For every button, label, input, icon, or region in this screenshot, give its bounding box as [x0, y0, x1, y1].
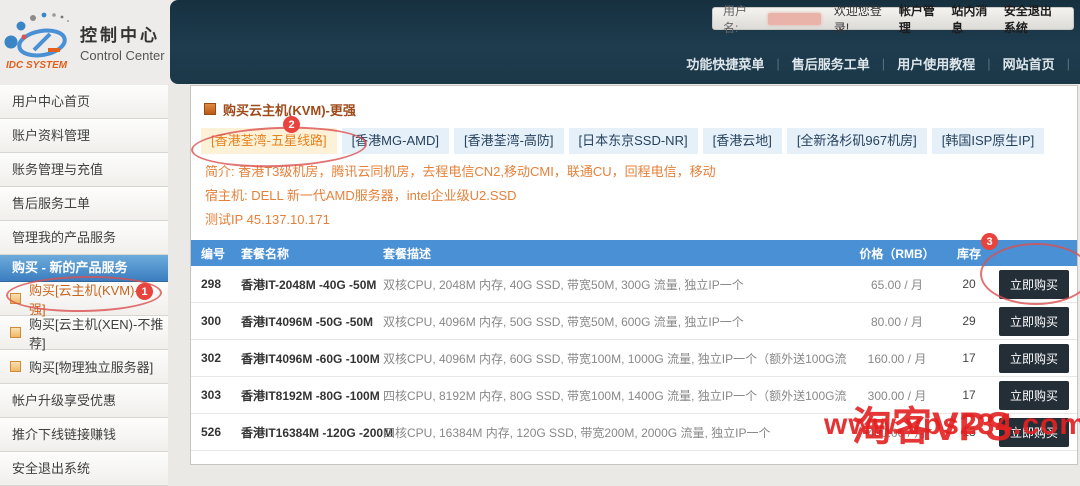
- page: IDC SYSTEM 控制中心 Control Center 用户名: 欢迎您登…: [0, 0, 1080, 452]
- username-label: 用户名:: [723, 2, 755, 36]
- plan-price: 450.00 / 月: [847, 424, 947, 441]
- col-header-desc: 套餐描述: [383, 245, 847, 262]
- main-panel: 购买云主机(KVM)-更强 [香港荃湾-五星线路] [香港MG-AMD] [香港…: [190, 85, 1078, 465]
- logout-link[interactable]: 安全退出系统: [1004, 2, 1063, 36]
- plan-desc: 双核CPU, 4096M 内存, 60G SSD, 带宽100M, 1000G …: [383, 350, 847, 367]
- menu-user-tutorials[interactable]: 用户使用教程: [897, 54, 975, 73]
- menu-separator: |: [1067, 56, 1070, 71]
- menu-separator: |: [882, 56, 885, 71]
- buy-now-button[interactable]: 立即购买: [999, 381, 1069, 410]
- plans-table: 编号 套餐名称 套餐描述 价格（RMB） 库存 298 香港IT-2048M -…: [191, 240, 1077, 451]
- col-header-price: 价格（RMB）: [847, 245, 947, 262]
- site-messages-link[interactable]: 站内消息: [951, 2, 990, 36]
- plan-intro: 简介: 香港T3级机房，腾讯云同机房，去程电信CN2,移动CMI，联通CU，回程…: [191, 154, 1077, 234]
- tab-kr-isp-ip[interactable]: [韩国ISP原生IP]: [932, 128, 1044, 154]
- sidebar-item-billing-recharge[interactable]: 账务管理与充值: [0, 153, 168, 187]
- username-redacted: [768, 13, 821, 25]
- plan-price: 80.00 / 月: [847, 313, 947, 330]
- menu-website-home[interactable]: 网站首页: [1003, 54, 1055, 73]
- bullet-icon: [10, 293, 21, 304]
- datacenter-tab-bar: [香港荃湾-五星线路] [香港MG-AMD] [香港荃湾-高防] [日本东京SS…: [201, 128, 1067, 154]
- table-header-row: 编号 套餐名称 套餐描述 价格（RMB） 库存: [191, 240, 1077, 266]
- sidebar-item-logout[interactable]: 安全退出系统: [0, 452, 168, 486]
- tab-la-967[interactable]: [全新洛杉矶967机房]: [787, 128, 927, 154]
- sidebar-item-user-home[interactable]: 用户中心首页: [0, 85, 168, 119]
- panel-title-icon: [204, 103, 216, 115]
- user-bar: 用户名: 欢迎您登录! 帐户管理 站内消息 安全退出系统: [712, 7, 1074, 30]
- annotation-badge-1: 1: [136, 283, 153, 300]
- buy-now-button[interactable]: 立即购买: [999, 270, 1069, 299]
- plan-stock: 20: [947, 277, 991, 291]
- plan-id: 526: [191, 425, 241, 439]
- col-header-id: 编号: [191, 245, 241, 262]
- table-row: 526 香港IT16384M -120G -200M 四核CPU, 16384M…: [191, 414, 1077, 451]
- annotation-badge-3: 3: [981, 233, 998, 250]
- logo-title: 控制中心 Control Center: [80, 21, 165, 63]
- plan-name: 香港IT4096M -60G -100M: [241, 350, 383, 367]
- plan-desc: 四核CPU, 16384M 内存, 120G SSD, 带宽200M, 2000…: [383, 424, 847, 441]
- tab-hk-tsuenwan-ddos[interactable]: [香港荃湾-高防]: [454, 128, 564, 154]
- intro-line-2: 宿主机: DELL 新一代AMD服务器，intel企业级U2.SSD: [205, 184, 1063, 208]
- welcome-text: 欢迎您登录!: [834, 2, 886, 36]
- plan-stock: 29: [947, 314, 991, 328]
- plan-stock: 13: [947, 425, 991, 439]
- tab-hk-mg-amd[interactable]: [香港MG-AMD]: [342, 128, 449, 154]
- sidebar-item-support-tickets[interactable]: 售后服务工单: [0, 187, 168, 221]
- sidebar-item-account-profile[interactable]: 账户资料管理: [0, 119, 168, 153]
- table-row: 300 香港IT4096M -50G -50M 双核CPU, 4096M 内存,…: [191, 303, 1077, 340]
- plan-id: 303: [191, 388, 241, 402]
- sidebar-item-referral-earn[interactable]: 推介下线链接赚钱: [0, 418, 168, 452]
- sidebar-item-account-upgrade[interactable]: 帐户升级享受优惠: [0, 384, 168, 418]
- col-header-name: 套餐名称: [241, 245, 383, 262]
- sidebar-item-buy-dedicated[interactable]: 购买[物理独立服务器]: [0, 350, 168, 384]
- bullet-icon: [10, 361, 21, 372]
- menu-separator: |: [776, 56, 779, 71]
- tab-hk-tsuenwan-fivestar[interactable]: [香港荃湾-五星线路]: [201, 128, 337, 154]
- intro-line-1: 简介: 香港T3级机房，腾讯云同机房，去程电信CN2,移动CMI，联通CU，回程…: [205, 160, 1063, 184]
- tab-jp-tokyo-ssd[interactable]: [日本东京SSD-NR]: [569, 128, 698, 154]
- logo-title-cn: 控制中心: [80, 21, 165, 46]
- plan-price: 160.00 / 月: [847, 350, 947, 367]
- table-row: 298 香港IT-2048M -40G -50M 双核CPU, 2048M 内存…: [191, 266, 1077, 303]
- plan-price: 65.00 / 月: [847, 276, 947, 293]
- logo-brand-text: IDC SYSTEM: [6, 60, 68, 71]
- plan-stock: 17: [947, 351, 991, 365]
- logo-title-en: Control Center: [80, 48, 165, 63]
- sidebar-item-manage-products[interactable]: 管理我的产品服务: [0, 221, 168, 255]
- intro-line-3: 测试IP 45.137.10.171: [205, 208, 1063, 232]
- table-row: 303 香港IT8192M -80G -100M 四核CPU, 8192M 内存…: [191, 377, 1077, 414]
- account-manage-link[interactable]: 帐户管理: [899, 2, 938, 36]
- plan-name: 香港IT8192M -80G -100M: [241, 387, 383, 404]
- buy-now-button[interactable]: 立即购买: [999, 344, 1069, 373]
- top-menu: 功能快捷菜单 | 售后服务工单 | 用户使用教程 | 网站首页 |: [400, 50, 1070, 76]
- idc-logo-icon: IDC SYSTEM: [4, 10, 76, 74]
- logo-area: IDC SYSTEM 控制中心 Control Center: [0, 0, 170, 84]
- bullet-icon: [10, 327, 21, 338]
- menu-separator: |: [987, 56, 990, 71]
- plan-price: 300.00 / 月: [847, 387, 947, 404]
- plan-desc: 双核CPU, 4096M 内存, 50G SSD, 带宽50M, 600G 流量…: [383, 313, 847, 330]
- plan-name: 香港IT16384M -120G -200M: [241, 424, 383, 441]
- plan-id: 300: [191, 314, 241, 328]
- sidebar: 用户中心首页 账户资料管理 账务管理与充值 售后服务工单 管理我的产品服务 购买…: [0, 85, 168, 452]
- plan-id: 302: [191, 351, 241, 365]
- plan-desc: 四核CPU, 8192M 内存, 80G SSD, 带宽100M, 1400G …: [383, 387, 847, 404]
- annotation-badge-2: 2: [283, 116, 300, 133]
- buy-now-button[interactable]: 立即购买: [999, 307, 1069, 336]
- menu-support-tickets[interactable]: 售后服务工单: [792, 54, 870, 73]
- sidebar-item-buy-xen[interactable]: 购买[云主机(XEN)-不推荐]: [0, 316, 168, 350]
- panel-title: 购买云主机(KVM)-更强: [191, 86, 1077, 124]
- sidebar-item-buy-new-products[interactable]: 购买 - 新的产品服务: [0, 255, 168, 282]
- tab-hk-cloudland[interactable]: [香港云地]: [703, 128, 782, 154]
- buy-now-button[interactable]: 立即购买: [999, 418, 1069, 447]
- plan-id: 298: [191, 277, 241, 291]
- plan-stock: 17: [947, 388, 991, 402]
- plan-name: 香港IT4096M -50G -50M: [241, 313, 383, 330]
- plan-desc: 双核CPU, 2048M 内存, 40G SSD, 带宽50M, 300G 流量…: [383, 276, 847, 293]
- menu-quick-functions[interactable]: 功能快捷菜单: [686, 54, 764, 73]
- plan-name: 香港IT-2048M -40G -50M: [241, 276, 383, 293]
- table-row: 302 香港IT4096M -60G -100M 双核CPU, 4096M 内存…: [191, 340, 1077, 377]
